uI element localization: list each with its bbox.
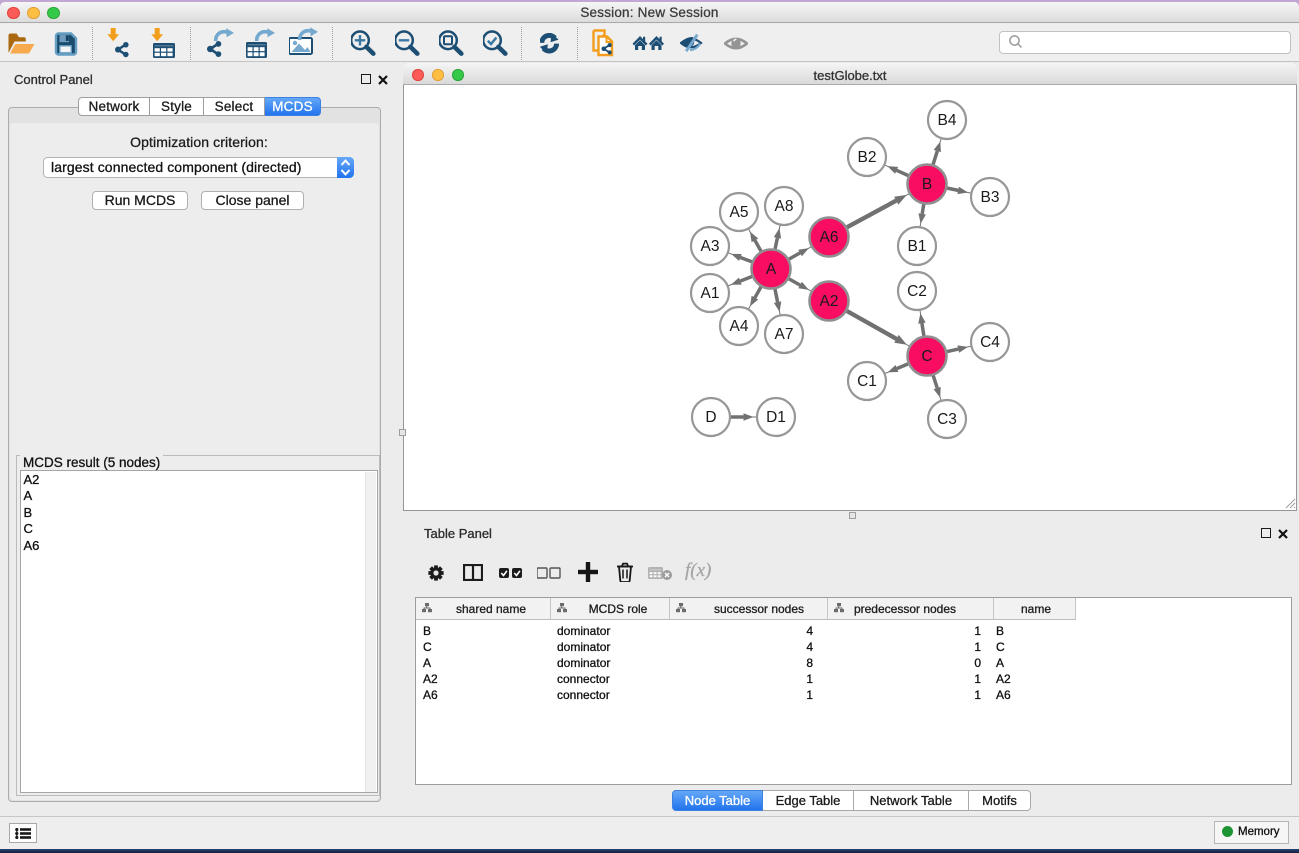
svg-text:A8: A8: [775, 198, 794, 215]
svg-text:A7: A7: [775, 326, 794, 343]
svg-text:A2: A2: [820, 293, 839, 310]
svg-text:B3: B3: [981, 189, 1000, 206]
svg-text:B: B: [922, 176, 932, 193]
svg-text:A6: A6: [820, 229, 839, 246]
svg-text:C2: C2: [907, 283, 927, 300]
svg-text:A4: A4: [730, 318, 749, 335]
svg-text:D1: D1: [766, 409, 786, 426]
svg-text:C: C: [921, 348, 932, 365]
svg-text:A: A: [766, 261, 777, 278]
svg-text:C1: C1: [857, 373, 877, 390]
svg-text:C4: C4: [980, 334, 1000, 351]
svg-text:C3: C3: [937, 411, 957, 428]
svg-text:B2: B2: [858, 149, 877, 166]
svg-text:A3: A3: [701, 238, 720, 255]
svg-text:B1: B1: [908, 238, 927, 255]
svg-text:B4: B4: [938, 112, 957, 129]
svg-text:D: D: [705, 409, 716, 426]
svg-text:A5: A5: [730, 204, 749, 221]
svg-text:A1: A1: [701, 285, 720, 302]
